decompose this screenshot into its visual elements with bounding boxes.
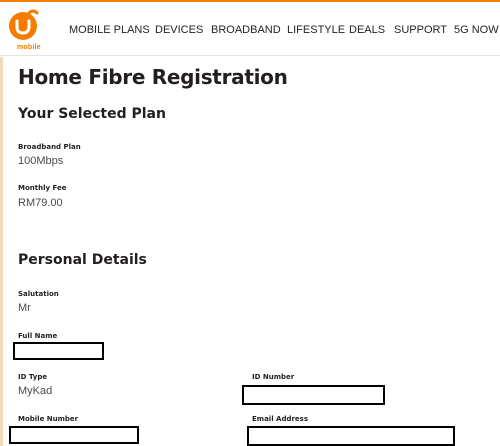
id-number-field[interactable]: [242, 385, 385, 405]
mobile-number-field[interactable]: [9, 426, 139, 444]
nav-devices[interactable]: DEVICES: [155, 24, 203, 36]
broadband-plan-label: Broadband Plan: [18, 143, 81, 151]
nav-deals[interactable]: DEALS: [349, 24, 385, 36]
full-name-label: Full Name: [18, 332, 58, 340]
site-header: mobile MOBILE PLANS DEVICES BROADBAND LI…: [0, 2, 500, 56]
id-type-value: MyKad: [18, 385, 53, 397]
u-mobile-logo[interactable]: mobile: [7, 7, 47, 53]
broadband-plan-value: 100Mbps: [18, 155, 64, 167]
nav-broadband[interactable]: BROADBAND: [211, 24, 281, 36]
nav-support[interactable]: SUPPORT: [394, 24, 447, 36]
nav-5g-now[interactable]: 5G NOW: [454, 24, 499, 36]
registration-form: Home Fibre Registration Your Selected Pl…: [0, 57, 500, 446]
nav-mobile-plans[interactable]: MOBILE PLANS: [69, 24, 150, 36]
email-address-field[interactable]: [247, 426, 455, 446]
nav-lifestyle[interactable]: LIFESTYLE: [287, 24, 345, 36]
salutation-label: Salutation: [18, 290, 59, 298]
page-title: Home Fibre Registration: [18, 65, 288, 89]
monthly-fee-label: Monthly Fee: [18, 184, 67, 192]
logo-wordmark: mobile: [17, 44, 41, 51]
monthly-fee-value: RM79.00: [18, 197, 63, 209]
selected-plan-heading: Your Selected Plan: [18, 106, 166, 122]
personal-details-heading: Personal Details: [18, 252, 147, 268]
email-address-label: Email Address: [252, 415, 309, 423]
id-number-label: ID Number: [252, 373, 295, 381]
u-logo-icon: [9, 9, 39, 40]
salutation-value: Mr: [18, 302, 31, 314]
mobile-number-label: Mobile Number: [18, 415, 79, 423]
id-type-label: ID Type: [18, 373, 48, 381]
full-name-field[interactable]: [13, 342, 104, 360]
